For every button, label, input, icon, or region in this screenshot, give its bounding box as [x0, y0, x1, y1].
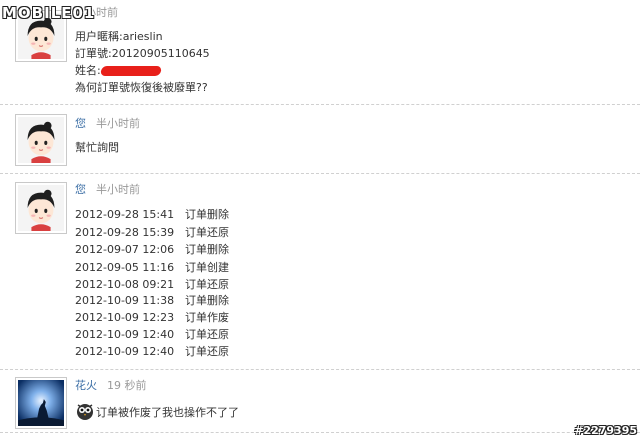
- order-log-row: 2012-09-28 15:39 订单还原: [75, 226, 229, 239]
- wolf-moon-avatar-icon: [18, 380, 64, 426]
- watermark-id: #2279395: [574, 424, 637, 437]
- owl-emoji-icon: [77, 404, 93, 420]
- log-datetime: 2012-09-07 12:06: [75, 243, 175, 256]
- message-text-line: 訂單號:20120905110645: [75, 47, 210, 60]
- redaction-scribble: [99, 66, 162, 76]
- log-action: 订单创建: [185, 261, 229, 274]
- log-action: 订单删除: [185, 294, 229, 307]
- order-log-row: 2012-10-08 09:21 订单还原: [75, 278, 229, 291]
- avatar-girl[interactable]: [15, 114, 67, 166]
- log-datetime: 2012-09-28 15:41: [75, 208, 175, 221]
- message-text-line: 為何訂單號恢復後被廢單??: [75, 81, 208, 94]
- message-time: 半小时前: [96, 183, 140, 196]
- order-log-row: 2012-09-28 15:41 订单删除: [75, 208, 229, 221]
- log-action: 订单还原: [185, 345, 229, 358]
- message-divider: [0, 104, 640, 105]
- message-text-line: 订单被作废了我也操作不了了: [96, 406, 239, 419]
- message-divider: [0, 173, 640, 174]
- order-log-row: 2012-10-09 11:38 订单删除: [75, 294, 229, 307]
- author-name[interactable]: 您: [75, 117, 86, 130]
- log-action: 订单还原: [185, 328, 229, 341]
- message-time: 半小时前: [96, 117, 140, 130]
- author-name[interactable]: 您: [75, 183, 86, 196]
- author-name[interactable]: 花火: [75, 379, 97, 392]
- message-text-line: 幫忙詢問: [75, 141, 119, 154]
- log-action: 订单作废: [185, 311, 229, 324]
- order-log-row: 2012-09-05 11:16 订单创建: [75, 261, 229, 274]
- watermark-logo-text: MOBILE01: [2, 4, 96, 22]
- message-text-line: 姓名:: [75, 64, 162, 77]
- message-divider: [0, 369, 640, 370]
- log-datetime: 2012-10-08 09:21: [75, 278, 175, 291]
- log-datetime: 2012-09-05 11:16: [75, 261, 175, 274]
- log-datetime: 2012-09-28 15:39: [75, 226, 175, 239]
- avatar-girl[interactable]: [15, 182, 67, 234]
- order-log-row: 2012-09-07 12:06 订单删除: [75, 243, 229, 256]
- message-text-line: 用户暱稱:arieslin: [75, 30, 163, 43]
- message-meta: 花火 19 秒前: [75, 379, 147, 393]
- log-datetime: 2012-10-09 12:40: [75, 345, 175, 358]
- log-action: 订单删除: [185, 243, 229, 256]
- girl-avatar-icon: [18, 185, 64, 231]
- log-datetime: 2012-10-09 11:38: [75, 294, 175, 307]
- log-action: 订单删除: [185, 208, 229, 221]
- order-log-row: 2012-10-09 12:40 订单还原: [75, 328, 229, 341]
- log-action: 订单还原: [185, 278, 229, 291]
- order-log-row: 2012-10-09 12:40 订单还原: [75, 345, 229, 358]
- girl-avatar-icon: [18, 117, 64, 163]
- message-divider: [0, 432, 640, 433]
- message-meta: 您半小时前: [75, 117, 140, 131]
- message-text-label: 姓名:: [75, 64, 101, 77]
- message-meta: 您半小时前: [75, 183, 140, 197]
- log-datetime: 2012-10-09 12:40: [75, 328, 175, 341]
- order-log-row: 2012-10-09 12:23 订单作废: [75, 311, 229, 324]
- avatar-wolf-moon[interactable]: [15, 377, 67, 429]
- mobile01-watermark-logo: MOBILE01: [2, 2, 95, 24]
- log-datetime: 2012-10-09 12:23: [75, 311, 175, 324]
- message-time: 19 秒前: [107, 379, 147, 392]
- log-action: 订单还原: [185, 226, 229, 239]
